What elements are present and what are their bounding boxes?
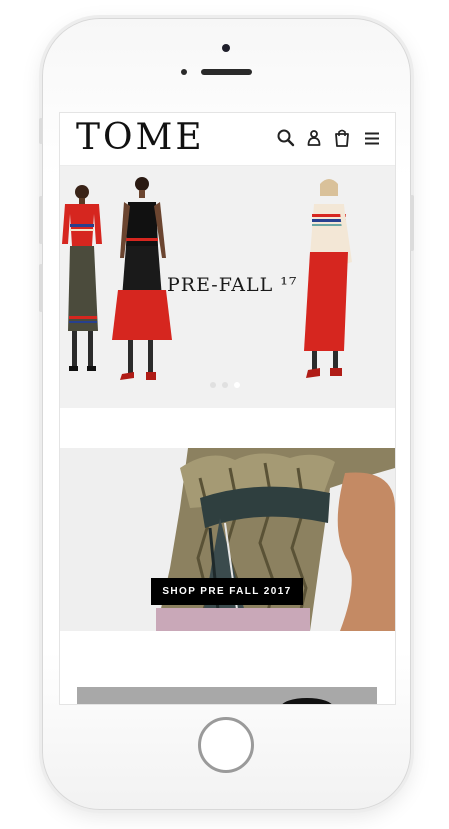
phone-screen: TOME PRE-FALL ¹⁷ SHOP PRE FALL 2017 [59,112,396,705]
hero-banner[interactable]: PRE-FALL ¹⁷ [60,166,395,408]
power-button [410,195,414,251]
site-header: TOME [60,113,395,166]
next-banner-image[interactable] [77,687,377,704]
mute-switch [39,118,43,144]
cart-icon[interactable] [332,128,352,148]
volume-up-button [39,196,43,244]
shop-pre-fall-button[interactable]: SHOP PRE FALL 2017 [151,578,303,605]
home-button[interactable] [198,717,254,773]
volume-down-button [39,264,43,312]
next-banner-photo [77,687,377,704]
carousel-dot-2[interactable] [222,382,228,388]
carousel-dot-1[interactable] [210,382,216,388]
front-camera [222,44,230,52]
carousel-dots [210,382,250,390]
menu-icon[interactable] [362,128,382,148]
search-icon[interactable] [276,128,296,148]
hero-title: PRE-FALL ¹⁷ [167,274,298,296]
carousel-dot-3[interactable] [234,382,240,388]
proximity-sensor [181,69,187,75]
earpiece-speaker [201,69,252,75]
brand-logo[interactable]: TOME [76,116,205,160]
account-icon[interactable] [304,128,324,148]
